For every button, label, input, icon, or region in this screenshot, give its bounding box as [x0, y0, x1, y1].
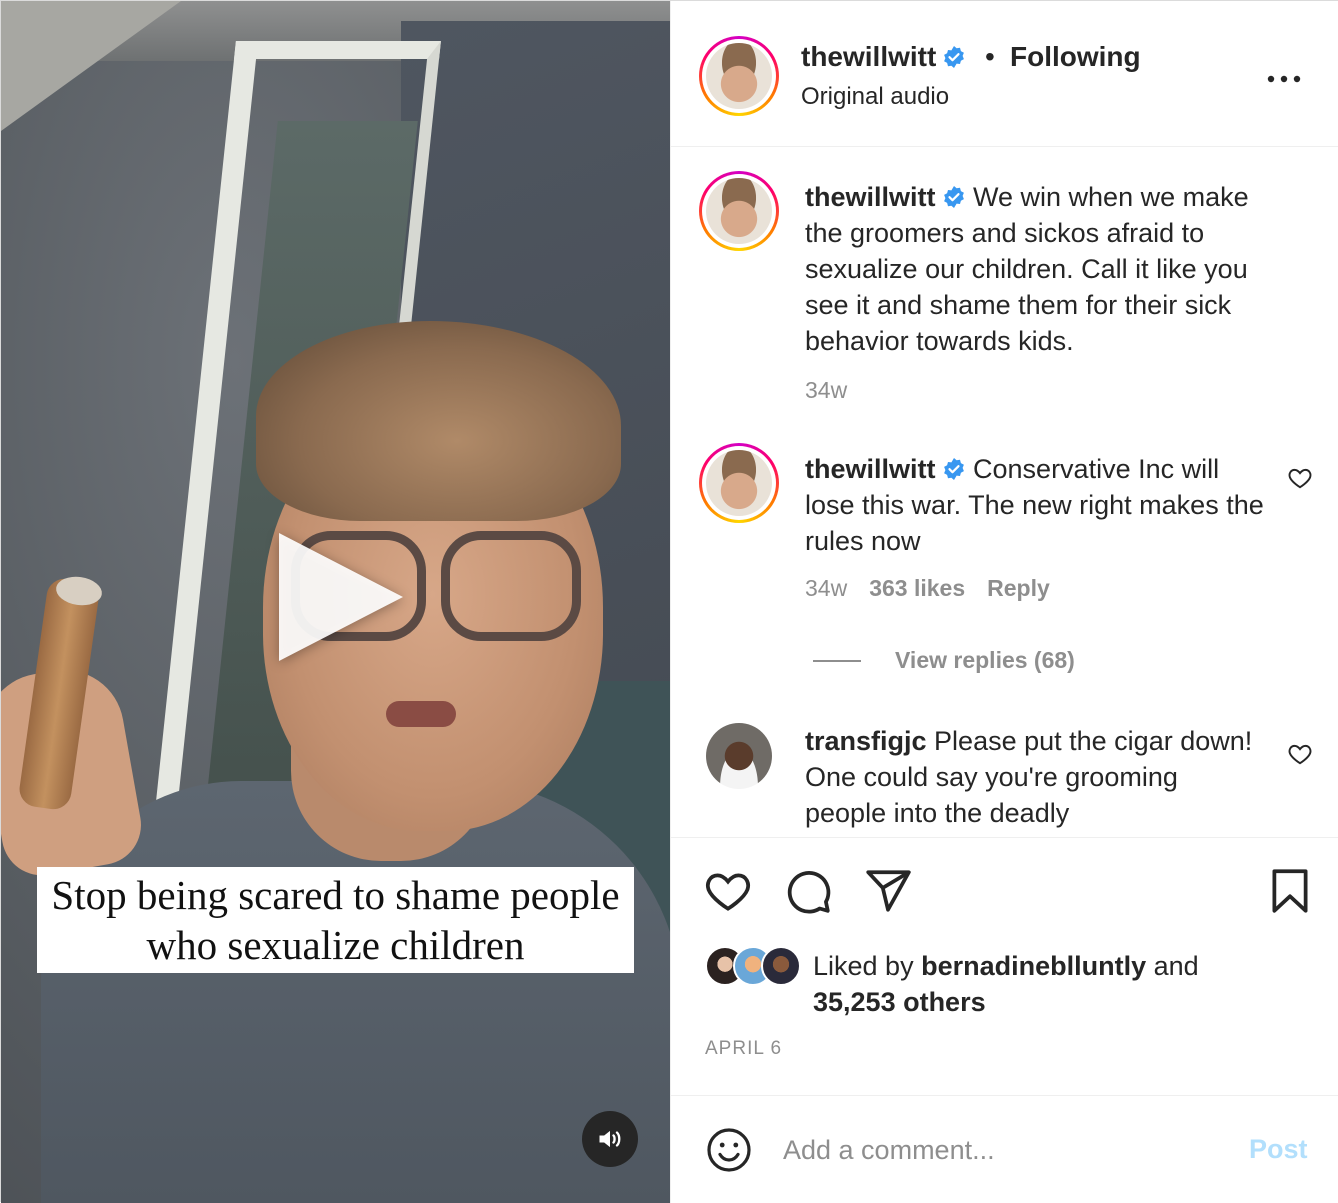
comment-likes[interactable]: 363 likes — [869, 575, 965, 601]
bookmark-icon[interactable] — [1265, 866, 1315, 916]
comment-age[interactable]: 34w — [805, 377, 847, 403]
audio-link[interactable]: Original audio — [801, 83, 949, 111]
liker-avatar — [761, 946, 801, 986]
author-avatar[interactable] — [699, 36, 779, 116]
speaker-icon — [599, 1130, 621, 1148]
comment-input[interactable] — [783, 1126, 1223, 1174]
comment-avatar[interactable] — [706, 723, 772, 789]
comment-avatar[interactable] — [699, 443, 779, 523]
video-caption-overlay: Stop being scared to shame people who se… — [37, 867, 634, 973]
comment-like-heart-icon[interactable] — [1287, 465, 1313, 491]
mute-button[interactable] — [582, 1111, 638, 1167]
liker-avatars[interactable] — [705, 946, 805, 988]
comment-meta: 34w — [805, 377, 847, 404]
comment-like-heart-icon[interactable] — [1287, 741, 1313, 767]
post-modal: Stop being scared to shame people who se… — [0, 0, 1338, 1203]
comment-age[interactable]: 34w — [805, 575, 847, 601]
send-icon[interactable] — [863, 866, 913, 916]
top-liker-username[interactable]: bernadineblluntly — [921, 951, 1146, 981]
view-replies-button[interactable]: View replies (68) — [813, 647, 1075, 674]
comment-icon[interactable] — [783, 866, 833, 916]
emoji-icon[interactable] — [705, 1126, 753, 1174]
comment-avatar[interactable] — [699, 171, 779, 251]
liked-by-text: Liked by bernadineblluntly and 35,253 ot… — [813, 951, 1199, 1017]
author-username[interactable]: thewillwitt — [801, 41, 966, 73]
post-comment-button[interactable]: Post — [1249, 1134, 1308, 1165]
post-actions: Liked by bernadineblluntly and 35,253 ot… — [671, 837, 1338, 1095]
more-horizontal-icon — [1267, 75, 1301, 83]
play-icon[interactable] — [279, 533, 403, 661]
heart-icon[interactable] — [703, 866, 753, 916]
caption-comment: thewillwitt We win when we make the groo… — [671, 171, 1338, 411]
comment-username[interactable]: transfigjc — [805, 726, 927, 756]
more-options-button[interactable] — [1267, 67, 1301, 84]
post-date[interactable]: APRIL 6 — [705, 1038, 782, 1060]
add-comment-bar: Post — [671, 1095, 1338, 1203]
comment-username[interactable]: thewillwitt — [805, 454, 936, 484]
comment-item: transfigjc Please put the cigar down! On… — [671, 723, 1338, 837]
verified-badge-icon — [943, 186, 964, 208]
verified-badge-icon — [944, 46, 965, 68]
following-button[interactable]: Following — [1010, 41, 1141, 73]
comments-list[interactable]: thewillwitt We win when we make the groo… — [671, 147, 1338, 837]
header-separator: • — [985, 41, 995, 72]
comment-username[interactable]: thewillwitt — [805, 182, 936, 212]
reply-button[interactable]: Reply — [987, 575, 1050, 601]
verified-badge-icon — [943, 458, 964, 480]
likes-count-link[interactable]: 35,253 others — [813, 987, 986, 1017]
comment-meta: 34w 363 likes Reply — [805, 575, 1050, 602]
post-sidebar: thewillwitt • Following Original audio t… — [670, 1, 1338, 1203]
post-header: thewillwitt • Following Original audio — [671, 1, 1338, 147]
video-player[interactable]: Stop being scared to shame people who se… — [1, 1, 670, 1203]
